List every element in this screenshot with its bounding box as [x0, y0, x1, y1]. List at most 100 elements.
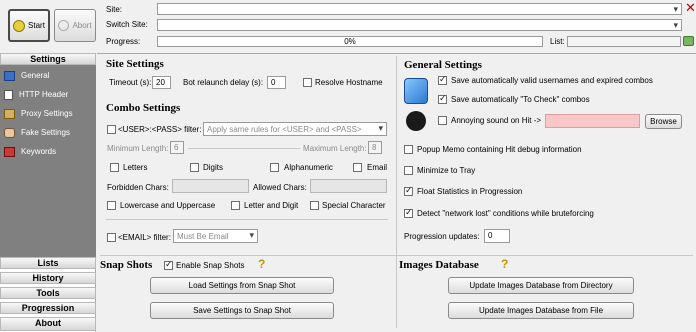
timeout-field[interactable]: 20: [152, 76, 171, 89]
books-icon: [4, 146, 15, 157]
min-length-value: 6: [174, 143, 179, 152]
user-pass-filter-label: <USER>:<PASS> filter:: [118, 125, 202, 134]
sidebar-header-tools[interactable]: Tools: [0, 287, 96, 299]
lower-upper-checkbox[interactable]: [107, 201, 116, 210]
user-pass-filter-checkbox[interactable]: [107, 125, 116, 134]
column-divider: [396, 56, 397, 328]
sidebar-item-label: Proxy Settings: [21, 109, 73, 118]
special-char-checkbox[interactable]: [310, 201, 319, 210]
site-select[interactable]: [157, 3, 682, 15]
letters-checkbox[interactable]: [110, 163, 119, 172]
popup-memo-checkbox[interactable]: [404, 145, 413, 154]
update-from-directory-label: Update Images Database from Directory: [469, 281, 613, 290]
sidebar-header-lists[interactable]: Lists: [0, 257, 96, 269]
list-label: List:: [550, 37, 565, 46]
letter-digit-label: Letter and Digit: [244, 201, 299, 210]
abort-button[interactable]: Abort: [54, 9, 96, 42]
update-from-file-button[interactable]: Update Images Database from File: [448, 302, 634, 319]
list-field[interactable]: [567, 36, 681, 47]
abort-icon: [58, 20, 70, 31]
letter-digit-checkbox[interactable]: [231, 201, 240, 210]
general-settings-title: General Settings: [404, 59, 482, 71]
snap-shots-title: Snap Shots: [100, 259, 153, 271]
sidebar-item-http-header[interactable]: HTTP Header: [4, 88, 68, 101]
monitor-icon: [4, 70, 15, 81]
sidebar-item-general[interactable]: General: [4, 69, 49, 82]
resolve-hostname-label: Resolve Hostname: [315, 78, 383, 87]
digits-checkbox[interactable]: [190, 163, 199, 172]
min-length-line: [188, 148, 300, 149]
timeout-label: Timeout (s):: [109, 78, 152, 87]
load-snap-shot-button[interactable]: Load Settings from Snap Shot: [150, 277, 334, 294]
lower-upper-label: Lowercase and Uppercase: [120, 201, 216, 210]
float-stats-checkbox[interactable]: [404, 186, 413, 196]
max-length-label: Maximum Length:: [303, 144, 367, 153]
email-filter-select[interactable]: Must Be Email: [173, 229, 258, 243]
combo-settings-title: Combo Settings: [106, 102, 181, 114]
minimize-tray-label: Minimize to Tray: [417, 166, 476, 175]
progression-updates-value: 0: [488, 231, 493, 240]
sidebar-header-label: Tools: [36, 288, 60, 298]
save-to-check-checkbox[interactable]: [438, 94, 447, 104]
sidebar-item-fake-settings[interactable]: Fake Settings: [4, 126, 70, 139]
save-valid-checkbox[interactable]: [438, 75, 447, 85]
glasses-icon: [4, 127, 15, 138]
enable-snap-shots-checkbox[interactable]: [164, 260, 173, 270]
tools-icon: [4, 108, 15, 119]
sidebar-header-label: Lists: [37, 258, 59, 268]
abort-label: Abort: [72, 21, 92, 30]
sidebar-header-progression[interactable]: Progression: [0, 302, 96, 314]
help-icon[interactable]: ?: [258, 257, 265, 271]
progress-label: Progress:: [106, 37, 141, 46]
email-filter-checkbox[interactable]: [107, 233, 116, 242]
forbidden-chars-label: Forbidden Chars:: [107, 183, 169, 192]
start-button[interactable]: Start: [8, 9, 50, 42]
site-settings-title: Site Settings: [106, 58, 164, 70]
alphanumeric-checkbox[interactable]: [270, 163, 279, 172]
min-length-field[interactable]: 6: [170, 141, 184, 154]
row-divider: [100, 255, 693, 256]
resolve-hostname-checkbox[interactable]: [303, 78, 312, 87]
sidebar-header-settings[interactable]: Settings: [0, 53, 96, 65]
bot-relaunch-value: 0: [271, 78, 276, 87]
sidebar-header-history[interactable]: History: [0, 272, 96, 284]
sidebar-header-label: Progression: [21, 303, 75, 313]
sidebar-item-label: General: [21, 71, 50, 80]
switch-site-select[interactable]: [157, 19, 682, 31]
save-disk-icon: [404, 78, 428, 104]
user-pass-filter-select[interactable]: Apply same rules for <USER> and <PASS>: [203, 122, 387, 136]
help-icon[interactable]: ?: [501, 257, 508, 271]
site-label: Site:: [106, 5, 123, 14]
update-from-directory-button[interactable]: Update Images Database from Directory: [448, 277, 634, 294]
save-to-check-label: Save automatically "To Check" combos: [451, 95, 590, 104]
email-filter-value: Must Be Email: [177, 232, 229, 241]
detect-network-checkbox[interactable]: [404, 208, 413, 218]
allowed-chars-field[interactable]: [310, 179, 387, 193]
progression-updates-field[interactable]: 0: [484, 229, 510, 243]
sidebar-header-about[interactable]: About: [0, 317, 96, 331]
bot-relaunch-field[interactable]: 0: [267, 76, 286, 89]
max-length-value: 8: [372, 143, 377, 152]
sound-file-field[interactable]: [545, 114, 640, 128]
forbidden-chars-field[interactable]: [172, 179, 249, 193]
email-label: Email: [367, 163, 388, 172]
sound-wave-icon: [406, 111, 426, 131]
digits-label: Digits: [203, 163, 224, 172]
update-from-file-label: Update Images Database from File: [478, 306, 604, 315]
email-checkbox[interactable]: [353, 163, 362, 172]
progress-text: 0%: [344, 37, 356, 46]
allowed-chars-label: Allowed Chars:: [253, 183, 307, 192]
close-icon[interactable]: ✕: [685, 1, 696, 16]
minimize-tray-checkbox[interactable]: [404, 166, 413, 175]
bot-relaunch-label: Bot relaunch delay (s):: [183, 78, 264, 87]
annoying-sound-checkbox[interactable]: [438, 116, 447, 125]
money-icon[interactable]: [683, 36, 694, 46]
sidebar-item-label: Fake Settings: [21, 128, 70, 137]
sidebar-item-keywords[interactable]: Keywords: [4, 145, 56, 158]
sidebar-item-proxy-settings[interactable]: Proxy Settings: [4, 107, 73, 120]
document-icon: [4, 89, 13, 100]
max-length-field[interactable]: 8: [368, 141, 382, 154]
save-snap-shot-button[interactable]: Save Settings to Snap Shot: [150, 302, 334, 319]
save-snap-shot-label: Save Settings to Snap Shot: [193, 306, 291, 315]
browse-button[interactable]: Browse: [645, 114, 682, 129]
